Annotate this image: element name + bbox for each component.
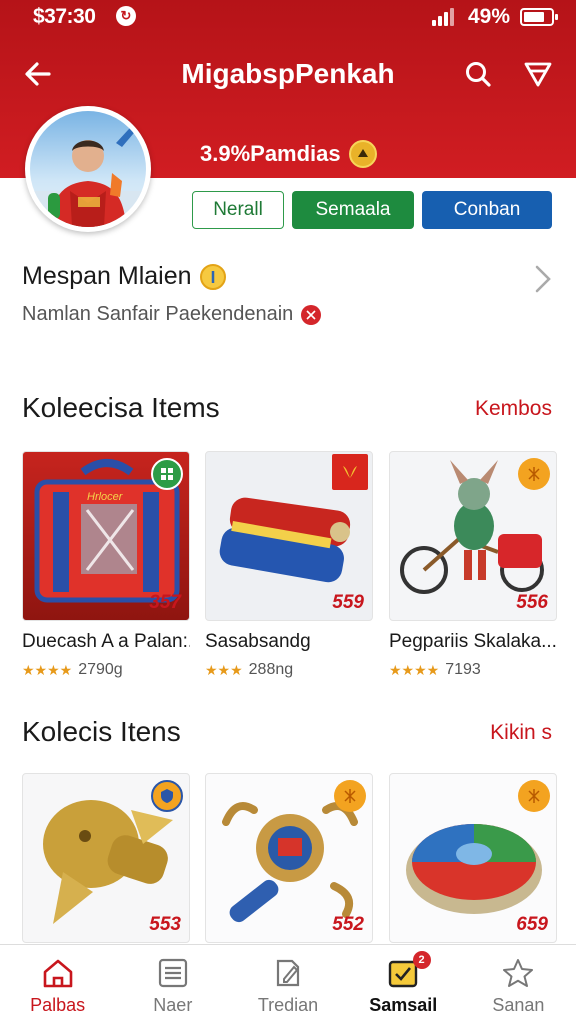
tab-naer[interactable]: Naer [115, 945, 230, 1024]
star-icon [503, 959, 534, 987]
star-rating-icon: ★★★★ [389, 661, 440, 678]
shield-badge-icon [151, 780, 183, 812]
item-price: 556 [516, 592, 548, 613]
item-image: Hrlocer 357 [22, 451, 190, 621]
item-image: 659 [389, 773, 557, 943]
star-rating-icon: ★★★★ [22, 661, 73, 678]
item-title: Duecash A a Palan:... [22, 631, 190, 652]
edit-icon [276, 959, 300, 987]
conban-button[interactable]: Conban [422, 191, 552, 229]
flag-icon [301, 304, 322, 325]
item-card[interactable]: Hrlocer 357 Duecash A a Palan:... ★★★★ 2… [22, 451, 190, 679]
filter-button[interactable] [520, 54, 556, 94]
signal-icon [432, 8, 458, 26]
item-price: 659 [516, 914, 548, 935]
status-bar: $37:30 ↻ 49% [0, 0, 576, 34]
headline-text: 3.9%Pamdias [200, 141, 341, 166]
crest-badge-icon [332, 454, 368, 490]
item-card[interactable]: 556 Pegpariis Skalaka... ★★★★ 7193 [389, 451, 557, 679]
profile-subtitle: Namlan Sanfair Paekendenain [22, 303, 294, 325]
item-price: 357 [149, 592, 181, 613]
tab-sanan[interactable]: Sanan [461, 945, 576, 1024]
battery-icon [520, 8, 558, 26]
profile-name: Mespan Mlaien [22, 262, 192, 290]
item-card[interactable]: 659 [389, 773, 557, 943]
item-title: Sasabsandg [205, 631, 311, 652]
item-image: 556 [389, 451, 557, 621]
battery-percent: 49% [468, 5, 511, 28]
tab-label: Samsail [369, 995, 438, 1015]
item-image: 553 [22, 773, 190, 943]
profile-chevron-button[interactable] [532, 264, 554, 299]
item-price: 553 [149, 914, 181, 935]
tab-label: Sanan [492, 995, 545, 1015]
chevron-right-icon [535, 265, 551, 293]
tab-tredian[interactable]: Tredian [230, 945, 345, 1024]
status-time: $37:30 [33, 5, 96, 28]
section2-link[interactable]: Kikin s [490, 721, 552, 745]
tab-palbas[interactable]: Palbas [0, 945, 115, 1024]
item-price: 559 [332, 592, 364, 613]
item-image: 552 [205, 773, 373, 943]
item-card[interactable]: 559 Sasabsandg ★★★ 288ng [205, 451, 373, 679]
star-badge-icon [518, 458, 550, 490]
star-rating-icon: ★★★ [205, 661, 243, 678]
item-image: 559 [205, 451, 373, 621]
item-title: Pegpariis Skalaka... [389, 631, 557, 652]
verified-icon [199, 263, 226, 290]
profile-actions: Nerall Semaala Conban [192, 191, 552, 229]
notification-badge: 2 [412, 951, 431, 969]
profile-headline: 3.9%Pamdias [200, 140, 377, 168]
tab-samsail[interactable]: 2 Samsail [346, 945, 461, 1024]
search-icon [466, 62, 491, 87]
item-price: 552 [332, 914, 364, 935]
item-card[interactable]: 552 [205, 773, 373, 943]
sync-icon: ↻ [116, 6, 136, 26]
item-rating: ★★★ 288ng [205, 661, 373, 679]
tab-label: Naer [153, 995, 193, 1015]
filter-icon [524, 62, 552, 87]
tab-label: Palbas [30, 995, 86, 1015]
item-rating-text: 288ng [248, 661, 294, 678]
item-rating-text: 7193 [445, 661, 481, 678]
nerall-button[interactable]: Nerall [192, 191, 284, 229]
star-badge-icon [518, 780, 550, 812]
home-icon [43, 959, 72, 988]
avatar[interactable] [25, 106, 151, 232]
grid-badge-icon [151, 458, 183, 490]
svg-text:Hrlocer: Hrlocer [87, 491, 124, 503]
profile-name-row[interactable]: Mespan Mlaien [22, 262, 226, 291]
profile-subtitle-row: Namlan Sanfair Paekendenain [22, 303, 322, 326]
section2-title: Kolecis Itens [22, 716, 181, 747]
item-rating: ★★★★ 2790g [22, 661, 190, 679]
search-button[interactable] [460, 54, 496, 94]
item-rating: ★★★★ 7193 [389, 661, 557, 679]
coin-icon [348, 140, 377, 168]
bottom-tab-bar: Palbas Naer Tredian 2 Samsail Sanan [0, 944, 576, 1024]
list-icon [158, 958, 187, 988]
semaala-button[interactable]: Semaala [292, 191, 414, 229]
section1-link[interactable]: Kembos [475, 397, 552, 421]
section1-title: Koleecisa Items [22, 392, 220, 423]
item-rating-text: 2790g [78, 661, 123, 678]
item-card[interactable]: 553 [22, 773, 190, 943]
star-badge-icon [334, 780, 366, 812]
avatar-image [30, 117, 146, 227]
tab-label: Tredian [257, 995, 319, 1015]
